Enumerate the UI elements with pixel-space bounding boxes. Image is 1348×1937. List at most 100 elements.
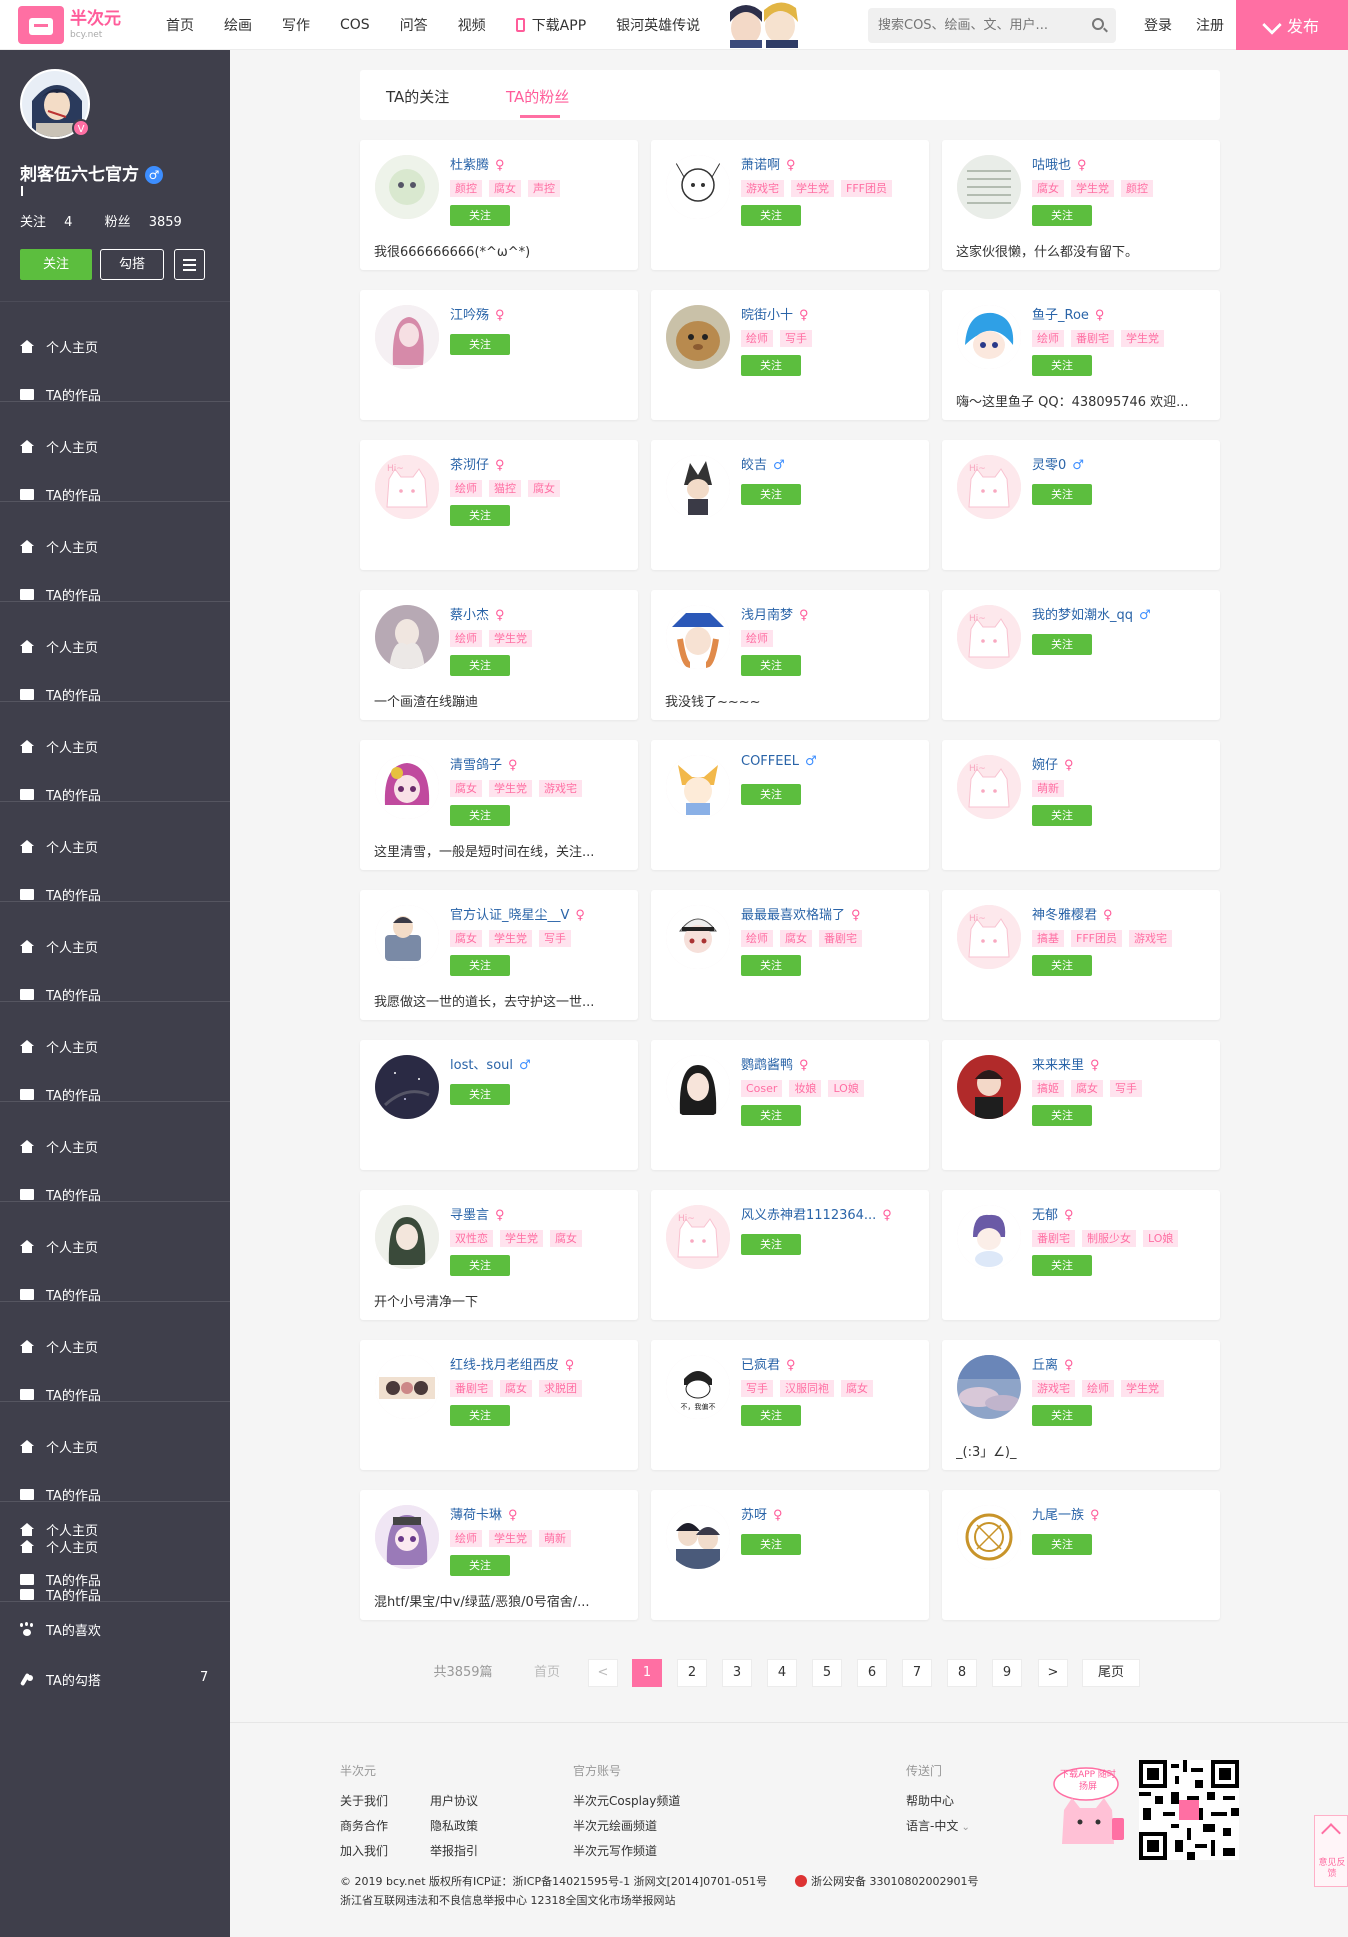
fan-card[interactable]: 蔡小杰 ♀ 绘师 学生党 关注 一个画渣在线蹦迪 xyxy=(360,590,638,720)
fan-name[interactable]: 婉仔 xyxy=(1032,758,1058,773)
sidebar-item-home[interactable]: 个人主页 xyxy=(20,737,98,756)
fan-follow-button[interactable]: 关注 xyxy=(741,1405,801,1426)
fan-follow-button[interactable]: 关注 xyxy=(1032,205,1092,226)
fan-follow-button[interactable]: 关注 xyxy=(450,334,510,355)
fan-name[interactable]: 神冬雅樱君 xyxy=(1032,908,1097,923)
fan-follow-button[interactable]: 关注 xyxy=(450,205,510,226)
fan-card[interactable]: 红线-找月老组西皮 ♀ 番剧宅 腐女 求脱团 关注 xyxy=(360,1340,638,1470)
search-icon[interactable] xyxy=(1092,18,1104,30)
fan-follow-button[interactable]: 关注 xyxy=(741,1534,801,1555)
fan-name[interactable]: 咕哦也 xyxy=(1032,158,1071,173)
fan-name[interactable]: 寻墨言 xyxy=(450,1208,489,1223)
fans-stat[interactable]: 粉丝 3859 xyxy=(105,215,196,230)
sidebar-item-likes[interactable]: TA的喜欢 xyxy=(20,1620,101,1639)
pagination-page[interactable]: 9 xyxy=(992,1659,1022,1687)
fan-card[interactable]: COFFEEL ♂ 关注 xyxy=(651,740,929,870)
fan-follow-button[interactable]: 关注 xyxy=(450,1084,510,1105)
fan-card[interactable]: 萧诺啊 ♀ 游戏宅 学生党 FFF团员 关注 xyxy=(651,140,929,270)
fan-card[interactable]: Hi~ 风义赤神君1112364... ♀ 关注 xyxy=(651,1190,929,1320)
footer-join[interactable]: 加入我们 xyxy=(340,1842,388,1859)
sidebar-item-home[interactable]: 个人主页 xyxy=(20,837,98,856)
fan-name[interactable]: 茶沏仔 xyxy=(450,458,489,473)
fan-card[interactable]: 最最最喜欢格瑞了 ♀ 绘师 腐女 番剧宅 关注 xyxy=(651,890,929,1020)
fan-card[interactable]: 苏呀 ♀ 关注 xyxy=(651,1490,929,1620)
fan-avatar[interactable] xyxy=(375,305,439,369)
pagination-page[interactable]: 6 xyxy=(857,1659,887,1687)
pagination-page[interactable]: 8 xyxy=(947,1659,977,1687)
pagination-page[interactable]: 1 xyxy=(632,1659,662,1687)
fan-card[interactable]: Hi~ 茶沏仔 ♀ 绘师 猫控 腐女 关注 xyxy=(360,440,638,570)
fan-name[interactable]: 丘离 xyxy=(1032,1358,1058,1373)
fan-follow-button[interactable]: 关注 xyxy=(741,655,801,676)
fan-card[interactable]: 江吟殇 ♀ 关注 xyxy=(360,290,638,420)
fan-follow-button[interactable]: 关注 xyxy=(450,505,510,526)
fan-card[interactable]: Hi~ 我的梦如潮水_qq ♂ 关注 xyxy=(942,590,1220,720)
fan-follow-button[interactable]: 关注 xyxy=(1032,634,1092,655)
footer-report-guide[interactable]: 举报指引 xyxy=(430,1842,478,1859)
fan-follow-button[interactable]: 关注 xyxy=(450,1555,510,1576)
fan-card[interactable]: Hi~ 婉仔 ♀ 萌新 关注 xyxy=(942,740,1220,870)
fan-card[interactable]: 来来来里 ♀ 搞姬 腐女 写手 关注 xyxy=(942,1040,1220,1170)
sidebar-item-home[interactable]: 个人主页 xyxy=(20,1037,98,1056)
nav-home[interactable]: 首页 xyxy=(166,15,194,35)
fan-name[interactable]: 鱼子_Roe xyxy=(1032,308,1089,323)
sidebar-item-home[interactable]: 个人主页 xyxy=(20,1537,98,1556)
fan-avatar[interactable]: Hi~ xyxy=(957,605,1021,669)
footer-cos-channel[interactable]: 半次元Cosplay频道 xyxy=(573,1792,680,1809)
fan-card[interactable]: 鱼子_Roe ♀ 绘师 番剧宅 学生党 关注 嗨～这里鱼子 QQ：438095746 欢迎.… xyxy=(942,290,1220,420)
fan-avatar[interactable] xyxy=(957,1505,1021,1569)
fan-follow-button[interactable]: 关注 xyxy=(450,1405,510,1426)
pagination-first[interactable]: 首页 xyxy=(520,1659,574,1687)
fan-follow-button[interactable]: 关注 xyxy=(450,955,510,976)
fan-follow-button[interactable]: 关注 xyxy=(1032,805,1092,826)
footer-privacy[interactable]: 隐私政策 xyxy=(430,1817,478,1834)
fan-avatar[interactable] xyxy=(375,1355,439,1419)
nav-writing[interactable]: 写作 xyxy=(282,15,310,35)
sidebar-item-home[interactable]: 个人主页 xyxy=(20,1137,98,1156)
fan-follow-button[interactable]: 关注 xyxy=(1032,1405,1092,1426)
fan-name[interactable]: 红线-找月老组西皮 xyxy=(450,1358,559,1373)
feedback-float[interactable]: 意见反馈 xyxy=(1314,1815,1348,1887)
fan-card[interactable]: 鹦鹉酱鸭 ♀ Coser 妆娘 LO娘 关注 xyxy=(651,1040,929,1170)
fan-name[interactable]: 薄荷卡琳 xyxy=(450,1508,502,1523)
fan-follow-button[interactable]: 关注 xyxy=(741,355,801,376)
fan-name[interactable]: 我的梦如潮水_qq xyxy=(1032,608,1133,623)
footer-about[interactable]: 关于我们 xyxy=(340,1792,388,1809)
fan-follow-button[interactable]: 关注 xyxy=(450,655,510,676)
fan-name[interactable]: 浅月南梦 xyxy=(741,608,793,623)
sidebar-item-home[interactable]: 个人主页 xyxy=(20,937,98,956)
fan-card[interactable]: lost、soul ♂ 关注 xyxy=(360,1040,638,1170)
nav-illustration[interactable]: 绘画 xyxy=(224,15,252,35)
fan-avatar[interactable] xyxy=(666,605,730,669)
footer-language-select[interactable]: 语言-中文 ⌄ xyxy=(906,1817,970,1834)
pagination-page[interactable]: 5 xyxy=(812,1659,842,1687)
fan-name[interactable]: 无郁 xyxy=(1032,1208,1058,1223)
sidebar-item-home[interactable]: 个人主页 xyxy=(20,337,98,356)
fan-name[interactable]: 灵零0 xyxy=(1032,458,1066,473)
pagination-page[interactable]: 4 xyxy=(767,1659,797,1687)
fan-name[interactable]: 萧诺啊 xyxy=(741,158,780,173)
fan-name[interactable]: 蔡小杰 xyxy=(450,608,489,623)
nav-cos[interactable]: COS xyxy=(340,17,370,33)
profile-follow-button[interactable]: 关注 xyxy=(20,249,92,280)
fan-card[interactable]: 清雪鸽子 ♀ 腐女 学生党 游戏宅 关注 这里清雪，一般是短时间在线，关注... xyxy=(360,740,638,870)
fan-follow-button[interactable]: 关注 xyxy=(741,784,801,805)
profile-gouda-button[interactable]: 勾搭 xyxy=(100,249,164,280)
login-link[interactable]: 登录 xyxy=(1144,15,1172,35)
fan-follow-button[interactable]: 关注 xyxy=(450,805,510,826)
fan-name[interactable]: 江吟殇 xyxy=(450,308,489,323)
fan-card[interactable]: 不，我偏不 已疯君 ♀ 写手 汉服同袍 腐女 关注 xyxy=(651,1340,929,1470)
sidebar-item-home[interactable]: 个人主页 xyxy=(20,1520,98,1539)
publish-button[interactable]: 发布 xyxy=(1236,0,1348,50)
fan-avatar[interactable] xyxy=(957,1055,1021,1119)
fan-avatar[interactable] xyxy=(957,1355,1021,1419)
site-logo[interactable]: 半次元 bcy.net xyxy=(18,6,121,44)
fan-follow-button[interactable]: 关注 xyxy=(450,1255,510,1276)
fan-avatar[interactable] xyxy=(666,155,730,219)
following-stat[interactable]: 关注 4 xyxy=(20,215,86,230)
fan-card[interactable]: Hi~ 灵零0 ♂ 关注 xyxy=(942,440,1220,570)
fan-card[interactable]: 九尾一族 ♀ 关注 xyxy=(942,1490,1220,1620)
fan-avatar[interactable]: Hi~ xyxy=(375,455,439,519)
profile-menu-button[interactable] xyxy=(174,249,205,280)
fan-follow-button[interactable]: 关注 xyxy=(1032,355,1092,376)
